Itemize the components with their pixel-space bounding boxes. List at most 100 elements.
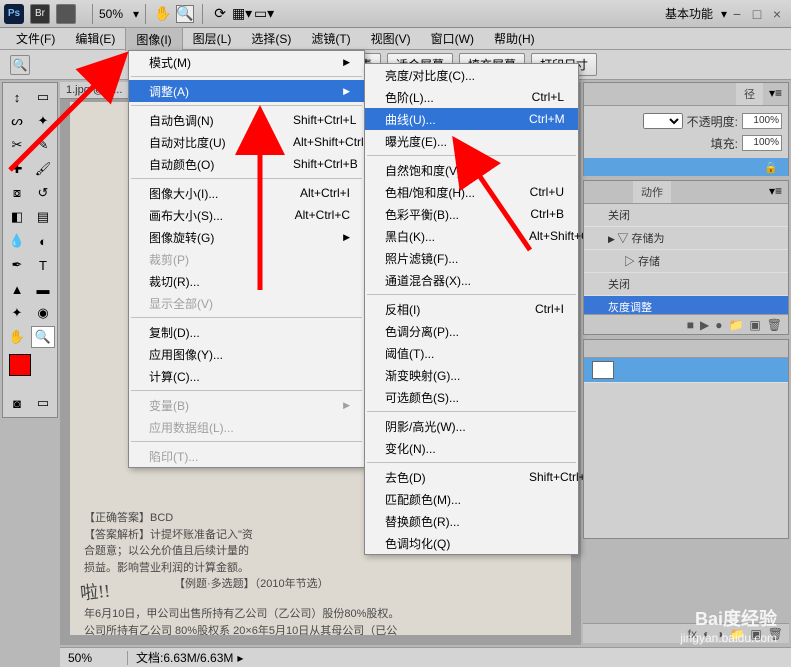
zoom-level[interactable]: 50% bbox=[99, 7, 123, 21]
3d-camera-tool-icon[interactable]: ◉ bbox=[31, 302, 55, 324]
menu-item[interactable]: 应用图像(Y)... bbox=[129, 343, 364, 365]
menu-item[interactable]: 自动色调(N)Shift+Ctrl+L bbox=[129, 109, 364, 131]
dodge-tool-icon[interactable]: ◐ bbox=[31, 230, 55, 252]
submenu-item[interactable]: 反相(I)Ctrl+I bbox=[365, 298, 578, 320]
submenu-item[interactable]: 曝光度(E)... bbox=[365, 130, 578, 152]
maximize-icon[interactable]: □ bbox=[750, 7, 764, 21]
menu-item[interactable]: 计算(C)... bbox=[129, 365, 364, 387]
trash-icon[interactable]: 🗑 bbox=[767, 318, 782, 332]
submenu-item[interactable]: 变化(N)... bbox=[365, 437, 578, 459]
history-item[interactable]: ▷ 存储 bbox=[584, 250, 788, 273]
foreground-color-swatch[interactable] bbox=[9, 354, 31, 376]
submenu-item[interactable]: 色相/饱和度(H)...Ctrl+U bbox=[365, 181, 578, 203]
submenu-item[interactable]: 照片滤镜(F)... bbox=[365, 247, 578, 269]
menu-item[interactable]: 图像旋转(G)▶ bbox=[129, 226, 364, 248]
menu-item[interactable]: 复制(D)... bbox=[129, 321, 364, 343]
eyedropper-tool-icon[interactable]: ✎ bbox=[31, 134, 55, 156]
submenu-item[interactable]: 阈值(T)... bbox=[365, 342, 578, 364]
menu-help[interactable]: 帮助(H) bbox=[484, 27, 545, 50]
menu-item[interactable]: 模式(M)▶ bbox=[129, 51, 364, 73]
tab-paths[interactable]: 径 bbox=[736, 83, 763, 105]
zoom-dropdown-icon[interactable]: ▾ bbox=[133, 7, 139, 21]
stop-icon[interactable]: ■ bbox=[687, 318, 694, 332]
lasso-tool-icon[interactable]: ᔕ bbox=[5, 110, 29, 132]
new-item-icon[interactable]: ▣ bbox=[749, 318, 760, 332]
document-tab[interactable]: 1.jpg @ 5... bbox=[60, 82, 128, 99]
shape-tool-icon[interactable]: ▬ bbox=[31, 278, 55, 300]
menu-file[interactable]: 文件(F) bbox=[6, 27, 65, 50]
menu-filter[interactable]: 滤镜(T) bbox=[301, 27, 360, 50]
history-item[interactable]: 关闭 bbox=[584, 273, 788, 296]
play-icon[interactable]: ▶ bbox=[700, 318, 709, 332]
menu-item[interactable]: 裁切(R)... bbox=[129, 270, 364, 292]
submenu-item[interactable]: 通道混合器(X)... bbox=[365, 269, 578, 291]
status-doc-info[interactable]: 文档:6.63M/6.63M bbox=[128, 649, 233, 666]
menu-select[interactable]: 选择(S) bbox=[241, 27, 301, 50]
submenu-item[interactable]: 渐变映射(G)... bbox=[365, 364, 578, 386]
panel-menu-icon[interactable]: ▾≡ bbox=[763, 83, 788, 105]
panel-menu-icon[interactable]: ▾≡ bbox=[763, 181, 788, 203]
rotate-view-icon[interactable]: ⟳ bbox=[211, 5, 229, 23]
blur-tool-icon[interactable]: 💧 bbox=[5, 230, 29, 252]
pen-tool-icon[interactable]: ✒ bbox=[5, 254, 29, 276]
crop-tool-icon[interactable]: ✂ bbox=[5, 134, 29, 156]
menu-view[interactable]: 视图(V) bbox=[361, 27, 421, 50]
record-icon[interactable]: ● bbox=[715, 318, 722, 332]
lock-icon[interactable]: 🔒 bbox=[764, 161, 778, 174]
brush-tool-icon[interactable]: 🖌 bbox=[31, 158, 55, 180]
gradient-tool-icon[interactable]: ▤ bbox=[31, 206, 55, 228]
quickmask-icon[interactable]: ◙ bbox=[5, 392, 29, 414]
path-select-tool-icon[interactable]: ▲ bbox=[5, 278, 29, 300]
submenu-item[interactable]: 阴影/高光(W)... bbox=[365, 415, 578, 437]
menu-item[interactable]: 画布大小(S)...Alt+Ctrl+C bbox=[129, 204, 364, 226]
menu-item[interactable]: 图像大小(I)...Alt+Ctrl+I bbox=[129, 182, 364, 204]
submenu-item[interactable]: 色彩平衡(B)...Ctrl+B bbox=[365, 203, 578, 225]
workspace-dropdown-icon[interactable]: ▾ bbox=[721, 7, 727, 21]
tab-actions[interactable]: 动作 bbox=[633, 181, 671, 203]
menu-item[interactable]: 自动对比度(U)Alt+Shift+Ctrl+L bbox=[129, 131, 364, 153]
submenu-item[interactable]: 可选颜色(S)... bbox=[365, 386, 578, 408]
fill-field[interactable]: 100% bbox=[742, 135, 782, 151]
submenu-item[interactable]: 去色(D)Shift+Ctrl+U bbox=[365, 466, 578, 488]
history-thumb[interactable] bbox=[584, 358, 788, 383]
menu-layer[interactable]: 图层(L) bbox=[183, 27, 242, 50]
hand-tool-icon[interactable]: ✋ bbox=[154, 5, 172, 23]
screen-mode-icon[interactable]: ▭▾ bbox=[255, 5, 273, 23]
mini-bridge-icon[interactable] bbox=[56, 4, 76, 24]
history-item[interactable]: ▽ 存储为 bbox=[584, 227, 788, 250]
submenu-item[interactable]: 替换颜色(R)... bbox=[365, 510, 578, 532]
bridge-icon[interactable]: Br bbox=[30, 4, 50, 24]
stamp-tool-icon[interactable]: ⧇ bbox=[5, 182, 29, 204]
submenu-item[interactable]: 色调均化(Q) bbox=[365, 532, 578, 554]
new-folder-icon[interactable]: 📁 bbox=[728, 318, 743, 332]
submenu-item[interactable]: 曲线(U)...Ctrl+M bbox=[365, 108, 578, 130]
type-tool-icon[interactable]: T bbox=[31, 254, 55, 276]
opacity-field[interactable]: 100% bbox=[742, 113, 782, 129]
move-tool-icon[interactable]: ↕ bbox=[5, 86, 29, 108]
history-item[interactable]: 关闭 bbox=[584, 204, 788, 227]
zoom-tool-icon[interactable]: 🔍 bbox=[176, 5, 194, 23]
status-arrow-icon[interactable]: ▸ bbox=[237, 651, 243, 665]
submenu-item[interactable]: 亮度/对比度(C)... bbox=[365, 64, 578, 86]
submenu-item[interactable]: 自然饱和度(V)... bbox=[365, 159, 578, 181]
close-icon[interactable]: × bbox=[770, 7, 784, 21]
healing-tool-icon[interactable]: ✚ bbox=[5, 158, 29, 180]
submenu-item[interactable]: 黑白(K)...Alt+Shift+Ctrl+B bbox=[365, 225, 578, 247]
menu-item[interactable]: 调整(A)▶ bbox=[129, 80, 364, 102]
submenu-item[interactable]: 色阶(L)...Ctrl+L bbox=[365, 86, 578, 108]
menu-edit[interactable]: 编辑(E) bbox=[65, 27, 125, 50]
3d-tool-icon[interactable]: ✦ bbox=[5, 302, 29, 324]
menu-item[interactable]: 自动颜色(O)Shift+Ctrl+B bbox=[129, 153, 364, 175]
arrange-docs-icon[interactable]: ▦▾ bbox=[233, 5, 251, 23]
zoom-tool-icon[interactable]: 🔍 bbox=[31, 326, 55, 348]
menu-image[interactable]: 图像(I) bbox=[125, 27, 182, 51]
workspace-label[interactable]: 基本功能 bbox=[665, 5, 713, 22]
minimize-icon[interactable]: − bbox=[730, 7, 744, 21]
screen-mode-tool-icon[interactable]: ▭ bbox=[31, 392, 55, 414]
submenu-item[interactable]: 色调分离(P)... bbox=[365, 320, 578, 342]
history-brush-tool-icon[interactable]: ↺ bbox=[31, 182, 55, 204]
zoom-tool-preset-icon[interactable]: 🔍 bbox=[10, 55, 30, 75]
history-item[interactable]: 灰度调整 bbox=[584, 296, 788, 314]
submenu-item[interactable]: 匹配颜色(M)... bbox=[365, 488, 578, 510]
blend-mode-select[interactable] bbox=[643, 113, 683, 129]
